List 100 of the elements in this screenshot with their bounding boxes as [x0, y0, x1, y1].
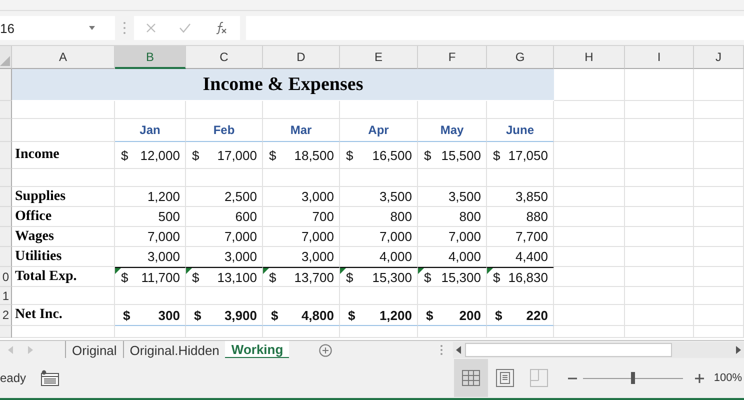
spreadsheet-cell[interactable] — [12, 101, 115, 119]
spreadsheet-cell[interactable]: June — [487, 119, 554, 142]
spreadsheet-cell[interactable] — [694, 101, 744, 119]
scroll-right-icon[interactable] — [736, 346, 741, 354]
normal-view-button[interactable] — [454, 359, 488, 397]
spreadsheet-cell[interactable]: Office — [12, 207, 115, 227]
spreadsheet-cell[interactable]: $ 1,200 — [340, 305, 418, 326]
spreadsheet-cell[interactable] — [115, 287, 186, 305]
spreadsheet-cell[interactable]: 3,850 — [487, 187, 554, 207]
spreadsheet-cell[interactable] — [554, 207, 625, 227]
spreadsheet-cell[interactable] — [115, 326, 186, 338]
column-header[interactable]: F — [418, 46, 487, 69]
spreadsheet-cell[interactable] — [115, 169, 186, 187]
column-header[interactable]: C — [186, 46, 263, 69]
checkmark-icon[interactable] — [178, 23, 191, 33]
spreadsheet-cell[interactable] — [12, 169, 115, 187]
spreadsheet-cell[interactable] — [554, 119, 625, 142]
spreadsheet-cell[interactable]: $ 17,000 — [186, 142, 263, 169]
spreadsheet-cell[interactable] — [186, 101, 263, 119]
spreadsheet-cell[interactable]: Mar — [263, 119, 340, 142]
column-header[interactable]: E — [340, 46, 418, 69]
spreadsheet-cell[interactable] — [625, 187, 694, 207]
column-header[interactable]: H — [554, 46, 625, 69]
spreadsheet-cell[interactable]: 3,000 — [263, 187, 340, 207]
row-header[interactable]: 0 — [0, 267, 12, 287]
row-header[interactable] — [0, 69, 12, 101]
spreadsheet-cell[interactable]: 3,500 — [418, 187, 487, 207]
spreadsheet-cell[interactable]: $ 12,000 — [115, 142, 186, 169]
row-header[interactable]: 2 — [0, 305, 12, 326]
spreadsheet-cell[interactable]: $ 200 — [418, 305, 487, 326]
slider-thumb[interactable] — [630, 372, 635, 384]
spreadsheet-cell[interactable] — [694, 142, 744, 169]
sheet-tab[interactable]: Working — [225, 341, 290, 359]
spreadsheet-cell[interactable] — [554, 227, 625, 247]
spreadsheet-cell[interactable]: $ 300 — [115, 305, 186, 326]
caret-icon[interactable] — [89, 26, 95, 30]
column-header[interactable]: A — [12, 46, 115, 69]
spreadsheet-cell[interactable] — [625, 267, 694, 287]
spreadsheet-cell[interactable] — [263, 287, 340, 305]
spreadsheet-cell[interactable]: Jan — [115, 119, 186, 142]
column-header[interactable]: G — [487, 46, 554, 69]
column-header[interactable]: D — [263, 46, 340, 69]
spreadsheet-cell[interactable] — [694, 287, 744, 305]
spreadsheet-cell[interactable] — [554, 142, 625, 169]
spreadsheet-cell[interactable] — [694, 305, 744, 326]
drag-handle-icon[interactable] — [123, 21, 126, 35]
spreadsheet-cell[interactable] — [625, 119, 694, 142]
spreadsheet-cell[interactable] — [12, 119, 115, 142]
spreadsheet-cell[interactable]: 7,700 — [487, 227, 554, 247]
spreadsheet-cell[interactable] — [418, 287, 487, 305]
spreadsheet-cell[interactable] — [554, 326, 625, 338]
row-header[interactable] — [0, 187, 12, 207]
spreadsheet-cell[interactable] — [554, 101, 625, 119]
spreadsheet-cell[interactable] — [625, 142, 694, 169]
spreadsheet-cell[interactable]: Net Inc. — [12, 305, 115, 326]
spreadsheet-cell[interactable]: $ 15,300 — [340, 267, 418, 287]
spreadsheet-cell[interactable]: 800 — [340, 207, 418, 227]
sheet-list-icon[interactable] — [40, 370, 60, 386]
spreadsheet-cell[interactable] — [694, 69, 744, 101]
spreadsheet-cell[interactable] — [554, 247, 625, 267]
spreadsheet-cell[interactable] — [694, 247, 744, 267]
spreadsheet-cell[interactable] — [340, 287, 418, 305]
spreadsheet-cell[interactable]: 3,000 — [115, 247, 186, 267]
row-header[interactable] — [0, 326, 12, 338]
spreadsheet-cell[interactable]: Total Exp. — [12, 267, 115, 287]
zoom-percentage[interactable]: 100% — [714, 372, 742, 384]
spreadsheet-cell[interactable]: $ 13,700 — [263, 267, 340, 287]
spreadsheet-cell[interactable]: 700 — [263, 207, 340, 227]
spreadsheet-cell[interactable]: $ 16,830 — [487, 267, 554, 287]
spreadsheet-cell[interactable]: $ 3,900 — [186, 305, 263, 326]
spreadsheet-cell[interactable]: 1,200 — [115, 187, 186, 207]
spreadsheet-cell[interactable]: 3,500 — [340, 187, 418, 207]
row-header[interactable] — [0, 247, 12, 267]
spreadsheet-cell[interactable] — [418, 169, 487, 187]
spreadsheet-cell[interactable] — [625, 305, 694, 326]
spreadsheet-cell[interactable]: 800 — [418, 207, 487, 227]
spreadsheet-cell[interactable]: $ 15,500 — [418, 142, 487, 169]
spreadsheet-cell[interactable]: $ 17,050 — [487, 142, 554, 169]
spreadsheet-cell[interactable] — [340, 326, 418, 338]
spreadsheet-cell[interactable] — [487, 287, 554, 305]
spreadsheet-cell[interactable] — [263, 101, 340, 119]
spreadsheet-cell[interactable]: Apr — [340, 119, 418, 142]
row-header[interactable]: 1 — [0, 287, 12, 305]
spreadsheet-cell[interactable]: Income — [12, 142, 115, 169]
spreadsheet-cell[interactable] — [694, 187, 744, 207]
spreadsheet-cell[interactable] — [554, 287, 625, 305]
spreadsheet-cell[interactable] — [625, 101, 694, 119]
spreadsheet-cell[interactable] — [487, 101, 554, 119]
row-header[interactable] — [0, 142, 12, 169]
spreadsheet-cell[interactable] — [694, 169, 744, 187]
spreadsheet-cell[interactable]: 7,000 — [263, 227, 340, 247]
spreadsheet-cell[interactable] — [625, 169, 694, 187]
spreadsheet-cell[interactable] — [625, 207, 694, 227]
spreadsheet-cell[interactable]: $ 15,300 — [418, 267, 487, 287]
spreadsheet-cell[interactable] — [694, 267, 744, 287]
spreadsheet-cell[interactable] — [554, 169, 625, 187]
spreadsheet-cell[interactable] — [418, 326, 487, 338]
spreadsheet-cell[interactable] — [694, 227, 744, 247]
spreadsheet-cell[interactable] — [12, 326, 115, 338]
spreadsheet-cell[interactable] — [487, 169, 554, 187]
